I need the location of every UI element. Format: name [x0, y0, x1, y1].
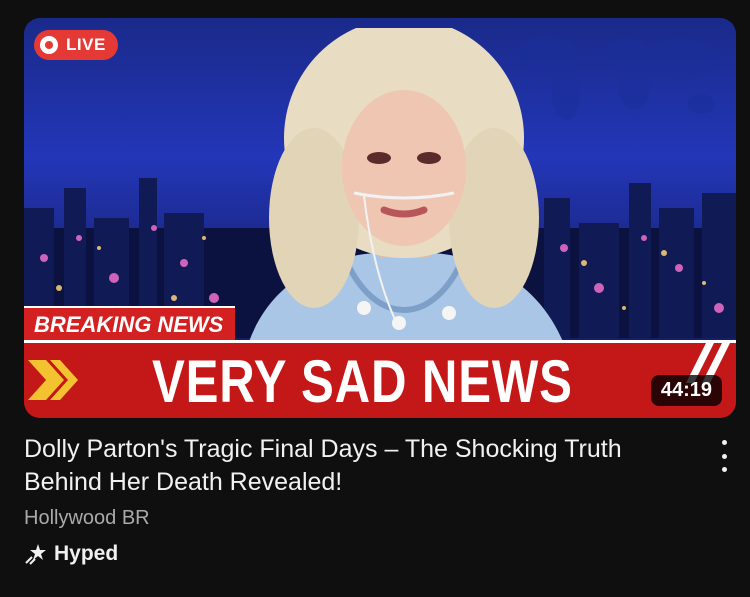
breaking-news-tag: BREAKING NEWS	[24, 306, 236, 342]
video-duration: 44:19	[650, 375, 722, 406]
headline-banner: VERY SAD NEWS	[24, 340, 736, 418]
more-dot	[721, 467, 727, 472]
video-thumbnail[interactable]: LIVE BREAKING NEWS VERY SAD NEWS 44:19	[24, 18, 736, 418]
hyped-rocket-icon	[25, 544, 46, 565]
live-dot-icon	[40, 36, 58, 54]
diagonal-stripes-graphic	[686, 343, 730, 383]
breaking-label: BREAKING	[34, 312, 152, 337]
live-label: LIVE	[66, 35, 106, 54]
more-dot	[721, 453, 727, 459]
channel-name[interactable]: Hollywood BR	[24, 507, 150, 530]
headline-text: VERY SAD NEWS	[152, 348, 573, 415]
video-card[interactable]: LIVE BREAKING NEWS VERY SAD NEWS 44:19 D…	[0, 0, 750, 597]
hyped-badge[interactable]: Hyped	[24, 542, 118, 566]
more-dot	[721, 440, 727, 445]
breaking-news-word: NEWS	[157, 312, 224, 337]
hyped-label: Hyped	[54, 542, 119, 565]
person-figure	[244, 28, 569, 358]
more-vertical-icon[interactable]	[718, 440, 730, 472]
live-badge: LIVE	[34, 30, 118, 60]
video-title[interactable]: Dolly Parton's Tragic Final Days – The S…	[24, 433, 674, 499]
chevron-right-icon	[28, 360, 78, 400]
